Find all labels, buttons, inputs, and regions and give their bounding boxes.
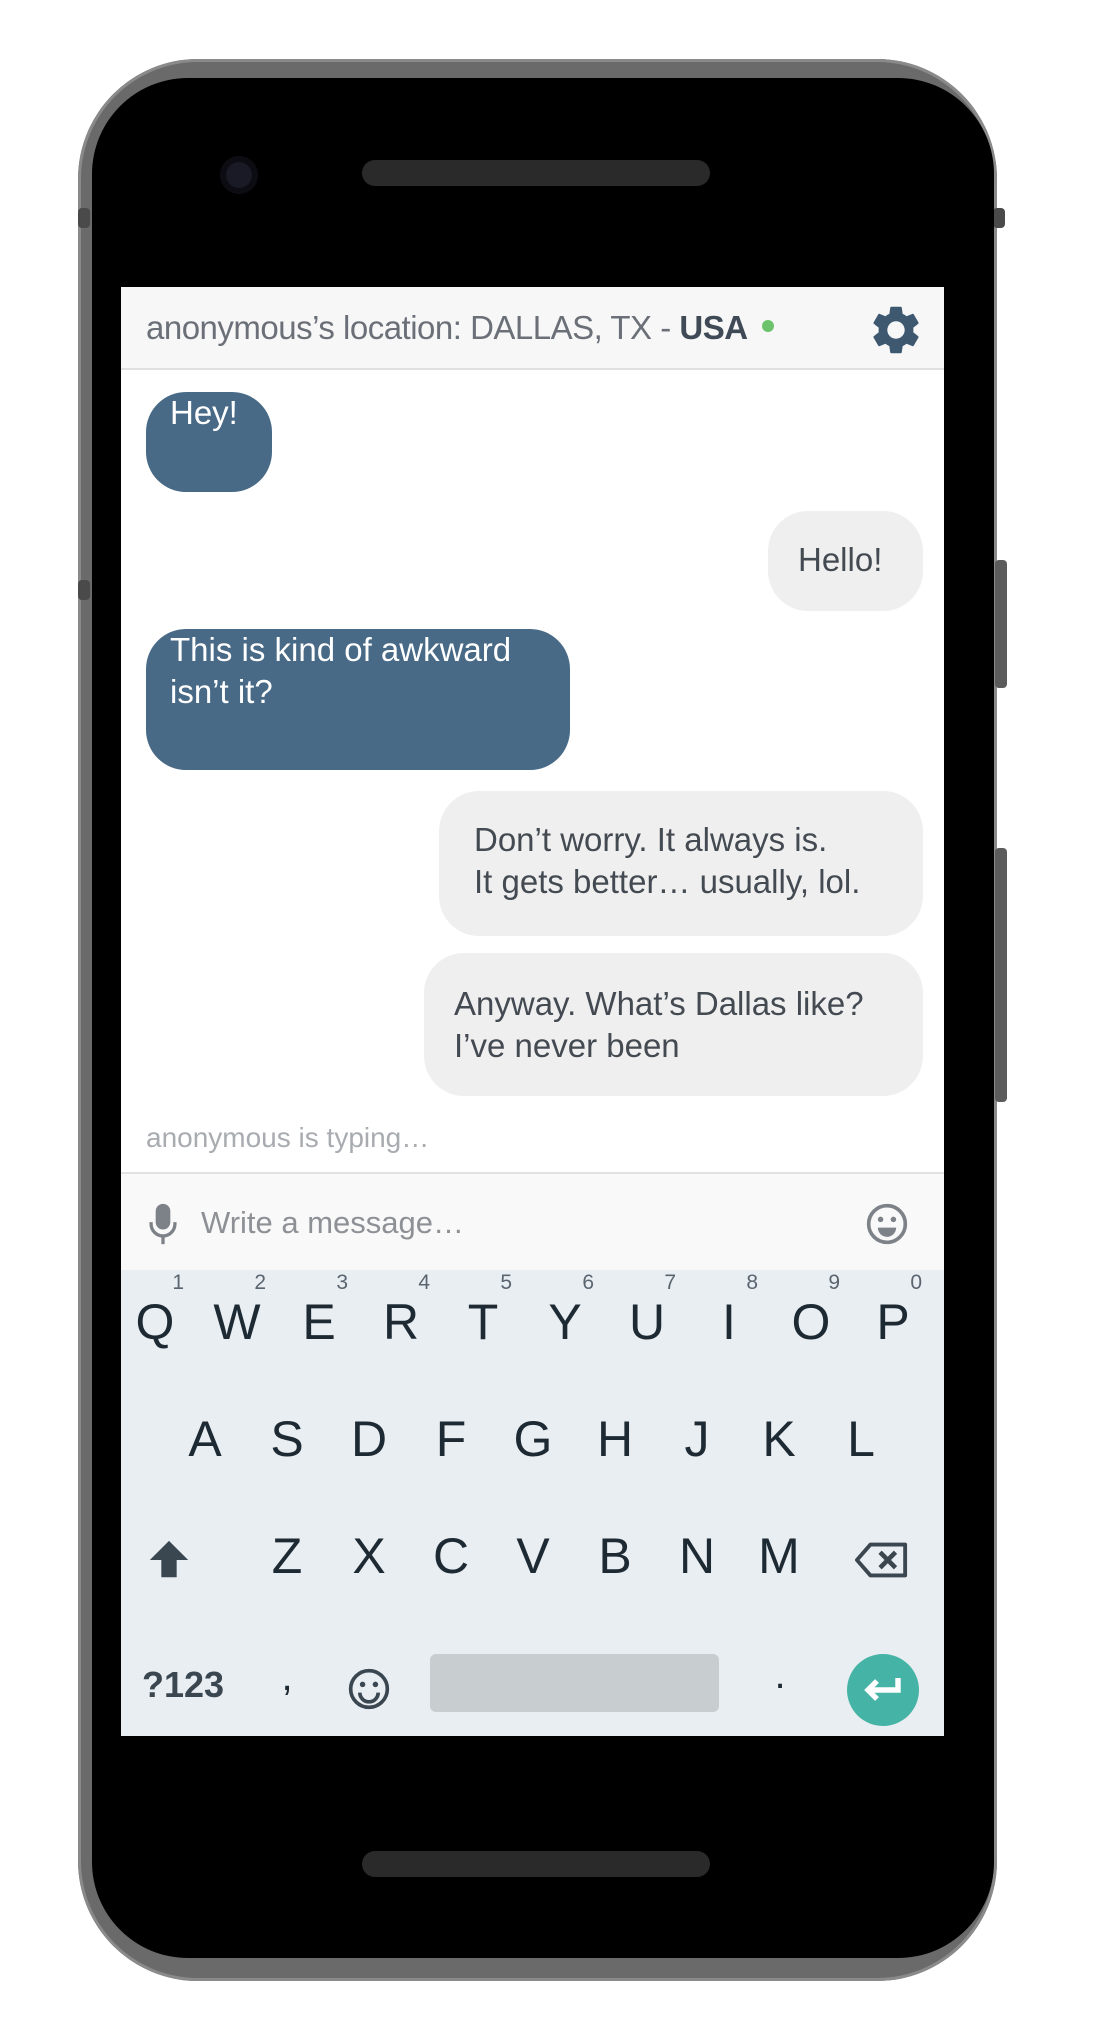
key-y[interactable]: Y6 bbox=[524, 1271, 606, 1367]
key-hint: 9 bbox=[828, 1271, 840, 1294]
key-label: W bbox=[213, 1294, 261, 1350]
front-camera bbox=[220, 156, 258, 194]
symbols-key[interactable]: ?123 bbox=[123, 1640, 243, 1730]
key-label: R bbox=[382, 1294, 420, 1350]
earpiece-speaker bbox=[362, 160, 710, 186]
phone-side-notch bbox=[993, 208, 1005, 228]
key-i[interactable]: I8 bbox=[688, 1271, 770, 1367]
key-x[interactable]: X bbox=[328, 1511, 410, 1601]
key-g[interactable]: G bbox=[492, 1394, 574, 1484]
emoji-key[interactable] bbox=[328, 1640, 410, 1730]
country-label: USA bbox=[679, 309, 748, 346]
backspace-key[interactable] bbox=[841, 1511, 923, 1601]
key-a[interactable]: A bbox=[164, 1394, 246, 1484]
smiley-icon bbox=[348, 1668, 390, 1709]
key-hint: 1 bbox=[172, 1271, 184, 1294]
key-w[interactable]: W2 bbox=[196, 1271, 278, 1367]
shift-key[interactable] bbox=[128, 1511, 210, 1601]
key-p[interactable]: P0 bbox=[852, 1271, 934, 1367]
partner-location: anonymous’s location: DALLAS, TX - USA bbox=[146, 309, 774, 347]
key-d[interactable]: D bbox=[328, 1394, 410, 1484]
key-hint: 0 bbox=[910, 1271, 922, 1294]
enter-icon bbox=[864, 1678, 901, 1701]
key-hint: 7 bbox=[664, 1271, 676, 1294]
smiley-icon[interactable] bbox=[865, 1202, 909, 1246]
comma-key[interactable]: , bbox=[246, 1632, 328, 1722]
key-hint: 6 bbox=[582, 1271, 594, 1294]
soft-keyboard: Q1 W2 E3 R4 T5 Y6 U7 I8 O9 P0 A S D F G … bbox=[121, 1270, 944, 1736]
key-n[interactable]: N bbox=[656, 1511, 738, 1601]
key-hint: 2 bbox=[254, 1271, 266, 1294]
key-u[interactable]: U7 bbox=[606, 1271, 688, 1367]
key-label: O bbox=[791, 1294, 831, 1350]
key-label: Y bbox=[548, 1294, 582, 1350]
phone-side-notch bbox=[78, 208, 90, 228]
key-label: E bbox=[302, 1294, 336, 1350]
key-k[interactable]: K bbox=[738, 1394, 820, 1484]
key-h[interactable]: H bbox=[574, 1394, 656, 1484]
outgoing-message: Anyway. What’s Dallas like? I’ve never b… bbox=[424, 953, 923, 1096]
key-label: Q bbox=[135, 1294, 175, 1350]
key-j[interactable]: J bbox=[656, 1394, 738, 1484]
location-text: anonymous’s location: DALLAS, TX - bbox=[146, 309, 680, 346]
key-label: U bbox=[628, 1294, 666, 1350]
key-o[interactable]: O9 bbox=[770, 1271, 852, 1367]
key-q[interactable]: Q1 bbox=[121, 1271, 196, 1367]
incoming-message: This is kind of awkward isn’t it? bbox=[146, 629, 570, 770]
key-m[interactable]: M bbox=[738, 1511, 820, 1601]
key-label: I bbox=[722, 1294, 736, 1350]
key-hint: 3 bbox=[336, 1271, 348, 1294]
phone-side-notch bbox=[78, 580, 90, 600]
shift-icon bbox=[149, 1540, 189, 1578]
key-v[interactable]: V bbox=[492, 1511, 574, 1601]
message-composer bbox=[121, 1172, 944, 1270]
key-e[interactable]: E3 bbox=[278, 1271, 360, 1367]
microphone-icon[interactable] bbox=[147, 1202, 179, 1246]
key-label: P bbox=[876, 1294, 910, 1350]
key-s[interactable]: S bbox=[246, 1394, 328, 1484]
key-r[interactable]: R4 bbox=[360, 1271, 442, 1367]
key-b[interactable]: B bbox=[574, 1511, 656, 1601]
key-hint: 5 bbox=[500, 1271, 512, 1294]
key-label: T bbox=[467, 1294, 499, 1350]
gear-icon[interactable] bbox=[867, 301, 925, 359]
key-hint: 8 bbox=[746, 1271, 758, 1294]
typing-indicator: anonymous is typing… bbox=[146, 1122, 430, 1153]
bottom-speaker bbox=[362, 1851, 710, 1877]
key-t[interactable]: T5 bbox=[442, 1271, 524, 1367]
volume-button bbox=[995, 848, 1007, 1102]
key-l[interactable]: L bbox=[820, 1394, 902, 1484]
backspace-icon bbox=[855, 1542, 908, 1578]
key-hint: 4 bbox=[418, 1271, 430, 1294]
incoming-message: Hey! bbox=[146, 392, 272, 492]
enter-key[interactable] bbox=[847, 1654, 919, 1726]
message-input[interactable] bbox=[199, 1194, 763, 1252]
key-z[interactable]: Z bbox=[246, 1511, 328, 1601]
chat-header: anonymous’s location: DALLAS, TX - USA bbox=[121, 287, 944, 370]
key-f[interactable]: F bbox=[410, 1394, 492, 1484]
chat-screen: anonymous’s location: DALLAS, TX - USA H… bbox=[121, 287, 944, 1736]
power-button bbox=[995, 560, 1007, 688]
period-key[interactable]: . bbox=[739, 1630, 821, 1720]
key-c[interactable]: C bbox=[410, 1511, 492, 1601]
outgoing-message: Hello! bbox=[768, 511, 923, 611]
outgoing-message: Don’t worry. It always is. It gets bette… bbox=[439, 791, 923, 936]
spacebar[interactable] bbox=[430, 1654, 719, 1712]
online-status-dot bbox=[761, 320, 774, 333]
